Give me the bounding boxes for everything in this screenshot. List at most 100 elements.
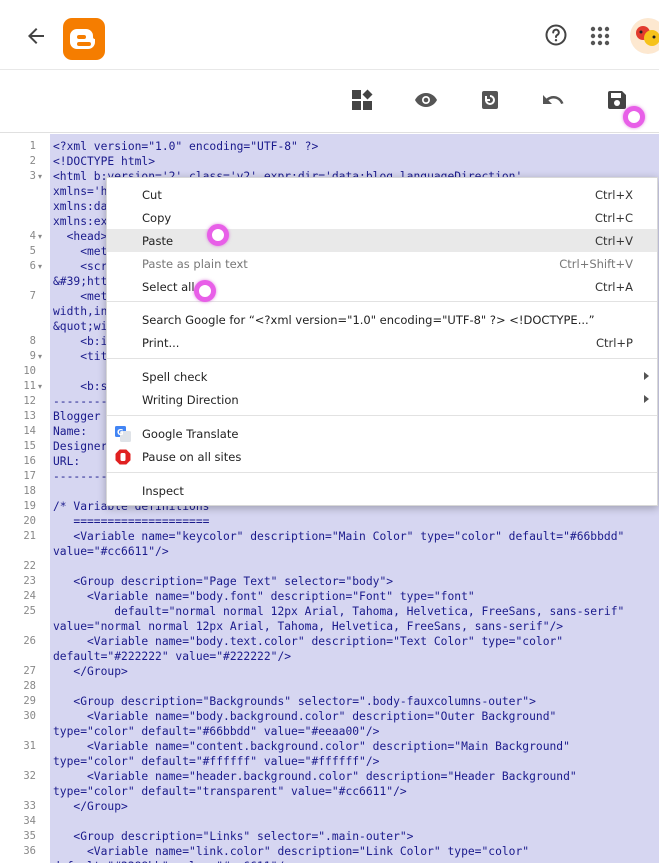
line-number: 2 xyxy=(29,155,36,167)
code-line[interactable]: default="normal normal 12px Arial, Tahom… xyxy=(53,604,624,619)
menu-item-search-google[interactable]: Search Google for “<?xml version="1.0" e… xyxy=(107,308,657,331)
fold-toggle-icon[interactable]: ▾ xyxy=(38,169,42,184)
menu-item-spell-check[interactable]: Spell check xyxy=(107,365,657,388)
apps-grid-icon[interactable] xyxy=(590,26,610,46)
preview-eye-icon[interactable] xyxy=(414,88,438,112)
menu-item-copy[interactable]: Copy Ctrl+C xyxy=(107,206,657,229)
line-number: 16 xyxy=(23,455,36,467)
code-line[interactable]: <b:s xyxy=(53,379,107,394)
line-number: 12 xyxy=(23,395,36,407)
menu-label: Google Translate xyxy=(142,427,239,441)
code-line[interactable]: type="color" default="#66bbdd" value="#e… xyxy=(53,724,379,739)
code-line[interactable]: <Variable name="content.background.color… xyxy=(53,739,570,754)
line-number: 10 xyxy=(23,365,36,377)
menu-item-print[interactable]: Print... Ctrl+P xyxy=(107,331,657,354)
line-number: 20 xyxy=(23,515,36,527)
menu-item-cut[interactable]: Cut Ctrl+X xyxy=(107,183,657,206)
menu-divider xyxy=(107,415,657,416)
undo-icon[interactable] xyxy=(541,88,565,112)
avatar[interactable] xyxy=(630,18,659,54)
menu-label: Print... xyxy=(142,336,180,350)
code-line[interactable]: default="#2288bb" value="#cc6611"/> xyxy=(53,859,291,863)
context-menu: Cut Ctrl+X Copy Ctrl+C Paste Ctrl+V Past… xyxy=(106,177,658,506)
line-number: 28 xyxy=(23,680,36,692)
code-line[interactable]: <scr xyxy=(53,259,107,274)
code-line[interactable]: type="color" default="#ffffff" value="#f… xyxy=(53,754,379,769)
code-line[interactable]: <tit xyxy=(53,349,107,364)
stop-hand-icon xyxy=(115,449,131,465)
code-line[interactable]: &#39;htt xyxy=(53,274,107,289)
fold-toggle-icon[interactable]: ▾ xyxy=(38,349,42,364)
blogger-logo[interactable] xyxy=(63,18,105,60)
menu-item-google-translate[interactable]: G Google Translate xyxy=(107,422,657,445)
menu-item-select-all[interactable]: Select all Ctrl+A xyxy=(107,275,657,298)
line-number: 21 xyxy=(23,530,36,542)
line-number: 27 xyxy=(23,665,36,677)
line-number: 18 xyxy=(23,485,36,497)
code-line[interactable]: <!DOCTYPE html> xyxy=(53,154,155,169)
code-line[interactable]: </Group> xyxy=(53,799,127,814)
layout-icon[interactable] xyxy=(350,88,374,112)
fold-toggle-icon[interactable]: ▾ xyxy=(38,379,42,394)
click-marker-paste xyxy=(207,224,229,246)
code-line[interactable]: <Variable name="body.background.color" d… xyxy=(53,709,556,724)
menu-label: Writing Direction xyxy=(142,393,239,407)
line-number: 13 xyxy=(23,410,36,422)
code-line[interactable]: </Group> xyxy=(53,664,127,679)
menu-shortcut: Ctrl+P xyxy=(595,336,633,350)
code-line[interactable]: <Variable name="body.text.color" descrip… xyxy=(53,634,563,649)
code-line[interactable]: xmlns='h xyxy=(53,184,107,199)
code-line[interactable]: -------- xyxy=(53,394,107,409)
code-line[interactable]: -------- xyxy=(53,469,107,484)
fold-toggle-icon[interactable]: ▾ xyxy=(38,229,42,244)
revert-widget-icon[interactable] xyxy=(478,88,502,112)
code-line[interactable]: <head> xyxy=(53,229,108,244)
code-line[interactable]: value="normal normal 12px Arial, Tahoma,… xyxy=(53,619,563,634)
code-line[interactable]: <b:i xyxy=(53,334,107,349)
code-line[interactable]: default="#222222" value="#222222"/> xyxy=(53,649,291,664)
code-line[interactable]: <Variable name="body.font" description="… xyxy=(53,589,475,604)
line-number: 26 xyxy=(23,635,36,647)
code-line[interactable]: <Variable name="link.color" description=… xyxy=(53,844,529,859)
code-line[interactable]: width,in xyxy=(53,304,107,319)
line-number: 3 xyxy=(29,170,36,182)
menu-label: Pause on all sites xyxy=(142,450,242,464)
back-arrow-icon[interactable] xyxy=(24,24,48,48)
code-line[interactable]: <Variable name="keycolor" description="M… xyxy=(53,529,624,544)
code-line[interactable]: xmlns:da xyxy=(53,199,107,214)
code-line[interactable]: <Group description="Backgrounds" selecto… xyxy=(53,694,536,709)
line-number: 35 xyxy=(23,830,36,842)
menu-shortcut: Ctrl+V xyxy=(595,234,633,248)
fold-toggle-icon[interactable]: ▾ xyxy=(38,259,42,274)
click-marker-select-all xyxy=(194,280,216,302)
code-line[interactable]: &quot;wi xyxy=(53,319,107,334)
code-line[interactable]: Blogger xyxy=(53,409,107,424)
code-line[interactable]: <Variable name="header.background.color"… xyxy=(53,769,577,784)
menu-item-pause-sites[interactable]: Pause on all sites xyxy=(107,445,657,468)
menu-label: Cut xyxy=(142,188,162,202)
code-line[interactable]: Designer xyxy=(53,439,107,454)
code-line[interactable]: <met xyxy=(53,244,107,259)
code-line[interactable]: type="color" default="transparent" value… xyxy=(53,784,407,799)
menu-shortcut: Ctrl+C xyxy=(594,211,633,225)
code-line[interactable]: ==================== xyxy=(53,514,209,529)
code-line[interactable]: Name: xyxy=(53,424,87,439)
line-number: 7 xyxy=(29,290,36,302)
line-number: 11 xyxy=(23,380,36,392)
help-icon[interactable] xyxy=(544,23,568,47)
line-number: 32 xyxy=(23,770,36,782)
menu-item-writing-direction[interactable]: Writing Direction xyxy=(107,388,657,411)
menu-item-inspect[interactable]: Inspect xyxy=(107,479,657,502)
line-number: 4 xyxy=(29,230,36,242)
code-line[interactable]: value="#cc6611"/> xyxy=(53,544,169,559)
menu-label: Paste xyxy=(142,234,174,248)
code-line[interactable]: xmlns:ex xyxy=(53,214,107,229)
code-line[interactable]: URL: xyxy=(53,454,80,469)
code-line[interactable]: <?xml version="1.0" encoding="UTF-8" ?> xyxy=(53,139,318,154)
line-number: 9 xyxy=(29,350,36,362)
code-line[interactable]: <Group description="Page Text" selector=… xyxy=(53,574,393,589)
code-line[interactable]: <met xyxy=(53,289,107,304)
menu-item-paste[interactable]: Paste Ctrl+V xyxy=(107,229,657,252)
code-line[interactable]: <Group description="Links" selector=".ma… xyxy=(53,829,413,844)
menu-label: Copy xyxy=(142,211,172,225)
